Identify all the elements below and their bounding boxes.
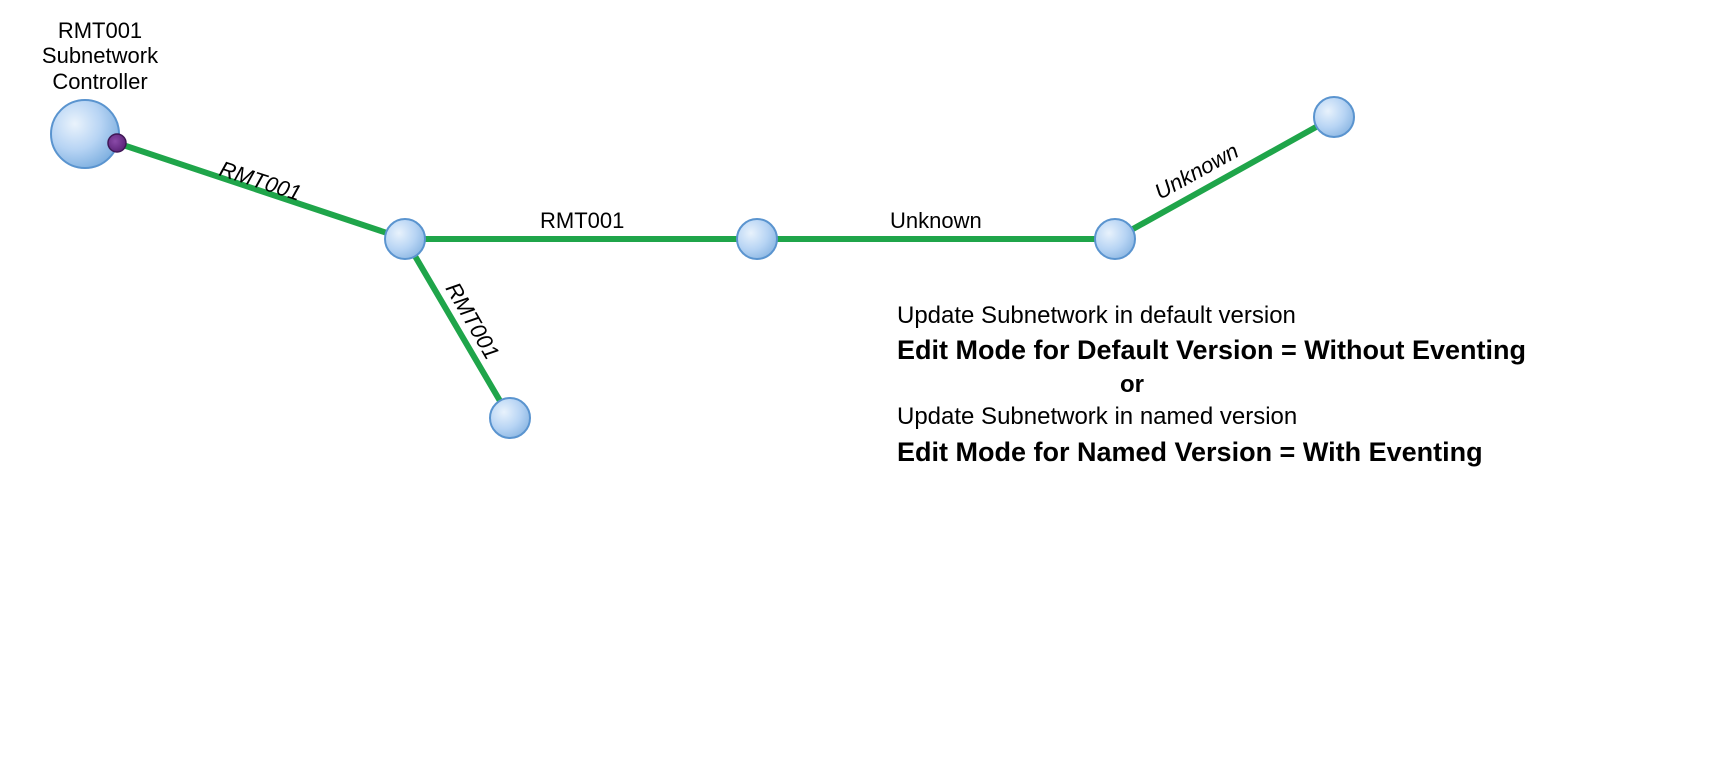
controller-node <box>51 100 119 168</box>
info-line-4: Edit Mode for Named Version = With Event… <box>897 434 1717 470</box>
node-3 <box>490 398 530 438</box>
edge-label-e1: RMT001 <box>216 156 304 206</box>
node-4 <box>1095 219 1135 259</box>
edge-n1-to-n3 <box>405 239 510 418</box>
node-5 <box>1314 97 1354 137</box>
info-line-2: Edit Mode for Default Version = Without … <box>897 332 1717 368</box>
edge-n4-to-n5 <box>1115 117 1334 239</box>
info-line-1: Update Subnetwork in default version <box>897 300 1717 332</box>
info-or: or <box>897 369 1367 401</box>
controller-subnode <box>108 134 126 152</box>
node-1 <box>385 219 425 259</box>
edge-label-e2: RMT001 <box>540 208 624 233</box>
info-line-3: Update Subnetwork in named version <box>897 401 1717 433</box>
edge-label-e4: Unknown <box>890 208 982 233</box>
node-2 <box>737 219 777 259</box>
info-block: Update Subnetwork in default version Edi… <box>897 300 1717 470</box>
